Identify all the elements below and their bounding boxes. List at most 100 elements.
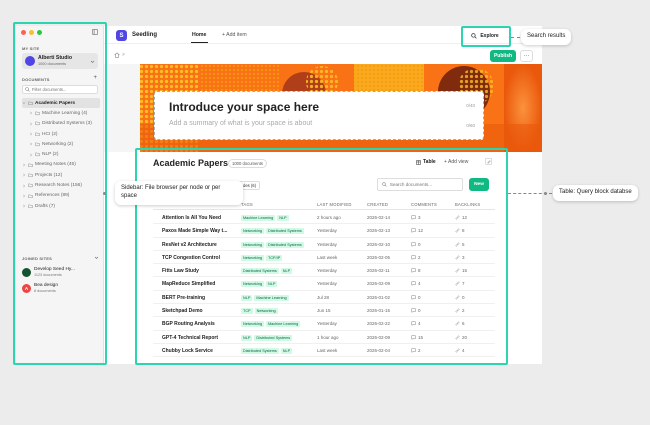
site-switcher[interactable]: Alberti Studio 1000 documents <box>22 53 98 69</box>
row-title[interactable]: Chubby Lock Service <box>162 348 213 354</box>
backlink-icon <box>455 308 460 313</box>
tag-badge[interactable]: Distributed Systems <box>254 334 293 341</box>
sidebar-item[interactable]: References (89) <box>22 191 100 201</box>
tag-badge[interactable]: TCP/IP <box>266 254 283 261</box>
row-title[interactable]: Attention Is All You Need <box>162 215 221 221</box>
sidebar-item[interactable]: Networking (2) <box>22 139 100 149</box>
space-intro-card[interactable]: Introduce your space here 0/40 Add a sum… <box>154 91 484 140</box>
table-row[interactable]: Chubby Lock Service Distributed Systems NL… <box>153 344 495 358</box>
row-title[interactable]: BGP Routing Analysis <box>162 321 215 327</box>
table-row[interactable]: Sketchpad Demo TCP Networking Jun 15 2026-01… <box>153 304 495 318</box>
row-title[interactable]: ResNet v2 Architecture <box>162 242 217 248</box>
tag-badge[interactable]: TCP <box>241 308 253 315</box>
pencil-icon <box>487 159 491 163</box>
new-document-button[interactable]: New <box>469 178 489 191</box>
joined-site[interactable]: Develop Seed Hy... 1123 documents <box>22 265 100 279</box>
tag-badge[interactable]: Machine Learning <box>241 215 276 221</box>
search-results-callout: Search results <box>521 29 572 45</box>
row-title[interactable]: Fitts Law Study <box>162 268 199 274</box>
table-row[interactable]: BERT Pre-training NLP Machine Learning Jul … <box>153 291 495 305</box>
chevron-down-icon[interactable] <box>94 255 99 260</box>
table-row[interactable]: Attention Is All You Need Machine Learnin… <box>153 211 495 225</box>
add-item-tab[interactable]: + Add item <box>222 32 247 38</box>
annotation-connector <box>511 37 520 38</box>
sidebar-item[interactable]: Meeting Notes (45) <box>22 160 100 170</box>
table-row[interactable]: BGP Routing Analysis Networking Machine Le… <box>153 317 495 331</box>
table-row[interactable]: MapReduce Simplified Networking NLP Yesterd… <box>153 277 495 291</box>
tag-badge[interactable]: Networking <box>241 321 264 328</box>
close-window-button[interactable] <box>21 30 26 35</box>
maximize-window-button[interactable] <box>37 30 42 35</box>
tag-badge[interactable]: Distributed Systems <box>266 241 304 248</box>
tab-home[interactable]: Home <box>192 32 206 38</box>
tag-badge[interactable]: NLP <box>241 294 253 301</box>
tag-badge[interactable]: Distributed Systems <box>241 347 279 354</box>
tag-badge[interactable]: NLP <box>280 347 293 354</box>
tag-badge[interactable]: Networking <box>254 308 278 315</box>
table-search[interactable] <box>377 178 463 191</box>
sidebar-item[interactable]: Machine Learning (4) <box>22 108 100 118</box>
tag-badge[interactable]: NLP <box>280 268 293 275</box>
joined-site[interactable]: A Bea design 8 documents <box>22 281 100 295</box>
row-title[interactable]: BERT Pre-training <box>162 295 205 301</box>
row-backlink-count: 20 <box>462 334 468 340</box>
filter-documents[interactable] <box>22 85 98 94</box>
tag-badge[interactable]: Machine Learning <box>266 321 301 328</box>
tag-badge[interactable]: Distributed Systems <box>241 268 279 275</box>
row-title[interactable]: Paxos Made Simple Way t... <box>162 228 227 234</box>
joined-site-text: Bea design 8 documents <box>34 283 58 293</box>
tag-badge[interactable]: Machine Learning <box>254 294 289 301</box>
sidebar-item[interactable]: HCI (2) <box>22 129 100 139</box>
sidebar-toggle-icon[interactable] <box>92 29 98 35</box>
more-options-button[interactable]: ··· <box>520 50 533 62</box>
space-summary[interactable]: Add a summary of what is your space is a… <box>169 120 312 127</box>
row-title[interactable]: MapReduce Simplified <box>162 281 215 287</box>
row-backlinks: 3 <box>455 255 465 260</box>
column-created[interactable]: CREATED <box>367 202 388 207</box>
sidebar-item[interactable]: NLP (2) <box>22 149 100 159</box>
row-backlinks: 4 <box>455 348 465 353</box>
row-created: 2026-02-11 <box>367 268 390 274</box>
row-title[interactable]: Sketchpad Demo <box>162 308 203 314</box>
comment-icon <box>411 282 416 287</box>
edit-block-button[interactable] <box>485 158 492 165</box>
tag-badge[interactable]: Networking <box>241 228 264 235</box>
column-last-modified[interactable]: LAST MODIFIED <box>317 202 352 207</box>
home-icon[interactable] <box>114 52 120 58</box>
row-title[interactable]: TCP Congestion Control <box>162 255 220 261</box>
view-table-button[interactable]: Table <box>416 159 436 165</box>
sidebar-item[interactable]: Projects (12) <box>22 170 100 180</box>
column-backlinks[interactable]: BACKLINKS <box>455 202 480 207</box>
table-row[interactable]: GPT-4 Technical Report NLP Distributed Sys… <box>153 331 495 344</box>
row-title[interactable]: GPT-4 Technical Report <box>162 335 218 341</box>
tag-badge[interactable]: Networking <box>241 281 264 288</box>
tag-badge[interactable]: NLP <box>266 281 278 288</box>
add-document-button[interactable]: + <box>93 75 97 81</box>
table-row[interactable]: Paxos Made Simple Way t... Networking Dist… <box>153 224 495 238</box>
publish-button[interactable]: Publish <box>490 50 516 62</box>
explore-button[interactable]: Explore <box>463 29 507 42</box>
sidebar-item[interactable]: Research Notes (156) <box>22 180 100 190</box>
table-row[interactable]: TCP Congestion Control Networking TCP/IP La… <box>153 251 495 265</box>
column-tags[interactable]: TAGS <box>241 202 253 207</box>
tag-badge[interactable]: Networking <box>241 241 264 248</box>
minimize-window-button[interactable] <box>29 30 34 35</box>
table-row[interactable]: Fitts Law Study Distributed Systems NLP Yes… <box>153 264 495 278</box>
space-title[interactable]: Introduce your space here <box>169 100 319 114</box>
tag-badge[interactable]: NLP <box>277 215 289 221</box>
table-search-input[interactable] <box>389 182 458 187</box>
sidebar-item[interactable]: Drafts (7) <box>22 201 100 211</box>
row-comment-count: 2 <box>418 254 421 260</box>
tag-badge[interactable]: Networking <box>241 254 264 261</box>
joined-site-text: Develop Seed Hy... 1123 documents <box>34 267 75 277</box>
add-view-button[interactable]: + Add view <box>444 159 468 165</box>
tag-badge[interactable]: NLP <box>241 334 253 341</box>
sidebar-item[interactable]: Distributed Systems (3) <box>22 119 100 129</box>
folder-icon <box>35 153 40 157</box>
filter-documents-input[interactable] <box>32 87 94 92</box>
column-comments[interactable]: COMMENTS <box>411 202 437 207</box>
app-logo[interactable]: S <box>116 30 127 41</box>
sidebar-item[interactable]: Academic Papers <box>22 98 100 109</box>
table-row[interactable]: ResNet v2 Architecture Networking Distribu… <box>153 238 495 251</box>
tag-badge[interactable]: Distributed Systems <box>266 228 304 235</box>
